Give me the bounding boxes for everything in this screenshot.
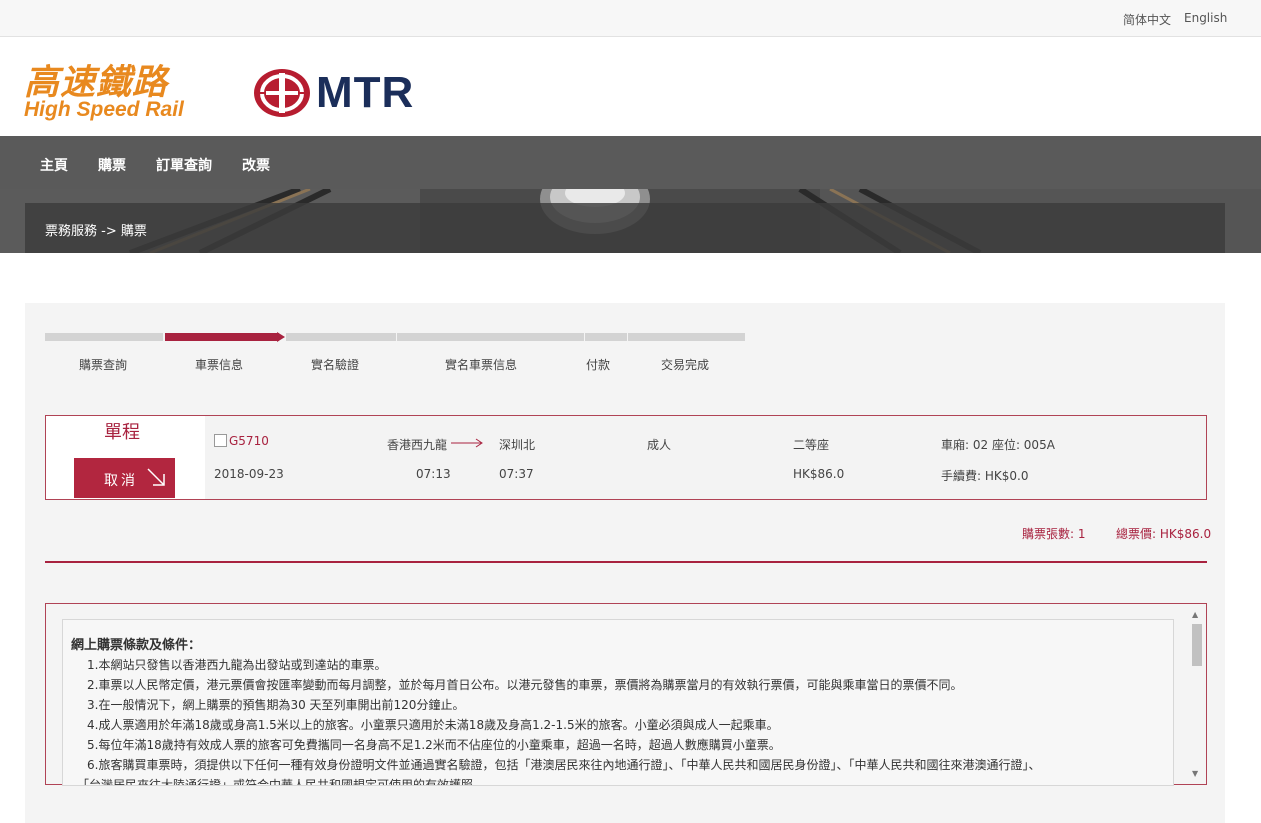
terms-item: 1.本網站只發售以香港西九龍為出發站或到達站的車票。 xyxy=(87,658,387,672)
order-details: G5710 2018-09-23 香港西九龍 深圳北 07:13 07:37 成… xyxy=(205,416,1206,499)
scroll-down-icon[interactable]: ▼ xyxy=(1192,769,1198,778)
progress-step-1 xyxy=(45,333,163,341)
service-fee: 手續費: HK$0.0 xyxy=(941,469,1029,483)
nav-buy[interactable]: 購票 xyxy=(98,155,126,175)
header: 高速鐵路 High Speed Rail MTR xyxy=(0,37,1261,136)
cancel-button[interactable]: 取消 xyxy=(74,458,175,498)
hsr-logo-en: High Speed Rail xyxy=(24,98,184,121)
breadcrumb: 票務服務 -> 購票 xyxy=(45,224,147,239)
main-panel: 購票查詢 車票信息 實名驗證 實名車票信息 付款 交易完成 單程 取消 G571… xyxy=(25,303,1225,823)
nav-change[interactable]: 改票 xyxy=(242,155,270,175)
mtr-logo-icon xyxy=(254,69,310,117)
mtr-logo-text: MTR xyxy=(316,68,415,117)
arrow-down-right-icon xyxy=(147,468,165,486)
ticket-price: HK$86.0 xyxy=(793,467,845,481)
cancel-button-label: 取消 xyxy=(104,472,138,488)
section-divider xyxy=(45,561,1207,563)
travel-date: 2018-09-23 xyxy=(214,467,284,481)
seat-class: 二等座 xyxy=(793,438,830,452)
progress-step-6 xyxy=(628,333,745,341)
scrollbar-thumb[interactable] xyxy=(1192,624,1202,666)
arrive-time: 07:37 xyxy=(499,467,534,481)
terms-title: 網上購票條款及條件： xyxy=(71,638,202,653)
train-number: G5710 xyxy=(229,434,269,448)
top-bar: 简体中文 English xyxy=(0,0,1261,37)
route-arrow-icon xyxy=(451,438,483,448)
terms-item: 「台灣居民來往大陸通行證」或符合中華人民共和國規定可使用的有效護照。 xyxy=(77,778,486,786)
breadcrumb-bar: 票務服務 -> 購票 xyxy=(25,203,1225,253)
mtr-logo[interactable]: MTR xyxy=(254,68,454,120)
progress-bar xyxy=(45,332,745,342)
terms-item: 5.每位年滿18歲持有效成人票的旅客可免費攜同一名身高不足1.2米而不佔座位的小… xyxy=(87,738,781,752)
progress-step-5 xyxy=(585,333,627,341)
banner: 票務服務 -> 購票 xyxy=(0,189,1261,253)
car-seat-info: 車廂: 02 座位: 005A xyxy=(941,438,1055,452)
trip-type-label: 單程 xyxy=(104,422,140,443)
hsr-logo[interactable]: 高速鐵路 High Speed Rail xyxy=(24,64,204,124)
terms-item: 6.旅客購買車票時，須提供以下任何一種有效身份證明文件並通過實名驗證，包括「港澳… xyxy=(87,758,1041,772)
lang-english-link[interactable]: English xyxy=(1184,11,1227,25)
ticket-checkbox[interactable] xyxy=(214,434,227,447)
step-label-payment: 付款 xyxy=(586,358,611,372)
step-label-query: 購票查詢 xyxy=(79,358,128,372)
step-label-real-name-info: 實名車票信息 xyxy=(445,358,518,372)
main-nav: 主頁 購票 訂單查詢 改票 xyxy=(0,136,1261,189)
depart-time: 07:13 xyxy=(416,467,451,481)
terms-scrollbar[interactable]: ▲ ▼ xyxy=(1190,608,1204,780)
progress-step-3 xyxy=(286,333,396,341)
terms-box: 網上購票條款及條件： 1.本網站只發售以香港西九龍為出發站或到達站的車票。 2.… xyxy=(45,603,1207,786)
terms-item: 3.在一般情況下，網上購票的預售期為30 天至列車開出前120分鐘止。 xyxy=(87,698,465,712)
nav-order-query[interactable]: 訂單查詢 xyxy=(156,155,212,175)
progress-step-4 xyxy=(397,333,584,341)
from-station: 香港西九龍 xyxy=(387,438,448,452)
step-label-complete: 交易完成 xyxy=(661,358,710,372)
passenger-type: 成人 xyxy=(647,438,672,452)
scroll-up-icon[interactable]: ▲ xyxy=(1192,610,1198,619)
terms-item: 4.成人票適用於年滿18歲或身高1.5米以上的旅客。小童票只適用於未滿18歲及身… xyxy=(87,718,779,732)
order-item: 單程 取消 G5710 2018-09-23 香港西九龍 深圳北 07:13 0… xyxy=(45,415,1207,500)
progress-step-2 xyxy=(165,333,279,341)
hsr-logo-cn: 高速鐵路 xyxy=(24,63,169,103)
step-label-verify: 實名驗證 xyxy=(311,358,360,372)
ticket-count: 購票張數: 1 xyxy=(1022,527,1086,541)
lang-simplified-link[interactable]: 简体中文 xyxy=(1123,11,1171,28)
nav-home[interactable]: 主頁 xyxy=(40,155,68,175)
terms-item: 2.車票以人民幣定價，港元票價會按匯率變動而每月調整，並於每月首日公布。以港元發… xyxy=(87,678,963,692)
to-station: 深圳北 xyxy=(499,438,536,452)
step-label-ticket-info: 車票信息 xyxy=(195,358,244,372)
terms-content[interactable]: 網上購票條款及條件： 1.本網站只發售以香港西九龍為出發站或到達站的車票。 2.… xyxy=(62,619,1174,786)
total-price: 總票價: HK$86.0 xyxy=(1116,527,1212,541)
progress-arrow-icon xyxy=(277,332,285,342)
